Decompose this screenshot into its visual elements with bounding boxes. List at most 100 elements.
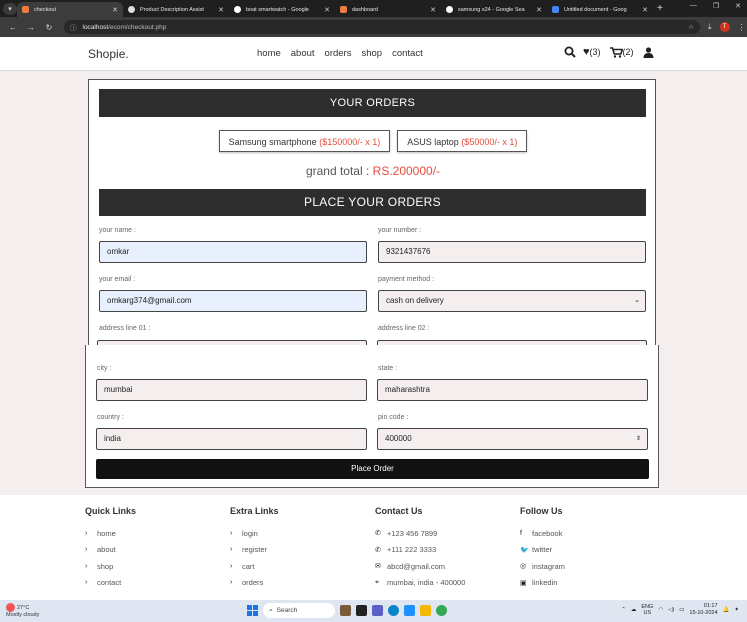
file-explorer-icon[interactable] <box>420 605 431 616</box>
url-input[interactable]: ⓘ localhost/ecom/checkout.php ☆ <box>64 20 700 34</box>
taskbar-apps: ⌕ Search <box>247 603 447 618</box>
state-label: state : <box>378 365 398 372</box>
tab-product-description[interactable]: Product Description Assist ✕ <box>123 2 229 17</box>
taskbar-search[interactable]: ⌕ Search <box>263 603 335 618</box>
chevron-right-icon: › <box>85 562 88 570</box>
nav-orders[interactable]: orders <box>325 48 352 59</box>
chevron-right-icon: › <box>230 529 233 537</box>
language-indicator[interactable]: ENG US <box>641 604 653 616</box>
download-icon[interactable]: ⤓ <box>708 22 712 32</box>
wishlist-link[interactable]: ♥ (3) <box>583 46 601 58</box>
extra-links-title: Extra Links <box>230 506 279 516</box>
copilot-icon[interactable]: ✦ <box>734 607 739 613</box>
close-window-icon[interactable]: ✕ <box>735 2 741 10</box>
social-twitter[interactable]: 🐦 twitter <box>520 542 565 559</box>
close-tab-icon[interactable]: ✕ <box>324 6 330 14</box>
footer-link-about[interactable]: › about <box>85 542 136 559</box>
wifi-icon[interactable]: ◠ <box>658 607 663 613</box>
footer-link-login[interactable]: › login <box>230 525 279 542</box>
volume-icon[interactable]: ◁) <box>668 607 674 613</box>
payment-method-select[interactable]: cash on delivery ⌄ <box>378 290 646 312</box>
tab-untitled-document[interactable]: Untitled document - Goog ✕ <box>547 2 653 17</box>
cart-link[interactable]: (2) <box>609 46 634 58</box>
notification-bell-icon[interactable]: 🔔 <box>723 607 730 613</box>
windows-start-icon[interactable] <box>247 605 258 616</box>
edge-icon[interactable] <box>388 605 399 616</box>
footer-link-register[interactable]: › register <box>230 542 279 559</box>
contact-phone-1[interactable]: ✆ +123 456 7899 <box>375 525 465 542</box>
social-linkedin[interactable]: ▣ linkedin <box>520 575 565 592</box>
tab-search-icon[interactable]: ▾ <box>3 2 17 15</box>
footer-link-home[interactable]: › home <box>85 525 136 542</box>
store-icon[interactable] <box>404 605 415 616</box>
close-tab-icon[interactable]: ✕ <box>218 6 224 14</box>
site-info-icon[interactable]: ⓘ <box>70 22 77 32</box>
checkout-panel-lower: city : mumbai state : maharashtra countr… <box>85 345 659 488</box>
contact-email[interactable]: ✉ abcd@gmail.com <box>375 558 465 575</box>
profile-avatar[interactable]: T <box>719 22 730 32</box>
nav-shop[interactable]: shop <box>361 48 382 59</box>
pincode-input[interactable]: 400000 ⇕ <box>377 428 648 450</box>
window-controls: — ❐ ✕ <box>690 2 741 10</box>
tab-checkout[interactable]: checkout ✕ <box>17 2 123 17</box>
back-icon[interactable]: ← <box>8 23 18 32</box>
tab-dashboard[interactable]: dashboard ✕ <box>335 2 441 17</box>
footer-link-cart[interactable]: › cart <box>230 558 279 575</box>
country-input[interactable]: india <box>96 428 367 450</box>
social-instagram[interactable]: ◎ instagram <box>520 558 565 575</box>
user-icon[interactable] <box>643 46 654 58</box>
chevron-right-icon: › <box>85 579 88 587</box>
search-icon: ⌕ <box>269 606 273 614</box>
chevron-right-icon: › <box>230 579 233 587</box>
social-facebook[interactable]: f facebook <box>520 525 565 542</box>
restore-icon[interactable]: ❐ <box>713 2 719 10</box>
forward-icon[interactable]: → <box>26 23 36 32</box>
email-input[interactable]: omkarg374@gmail.com <box>99 290 367 312</box>
chevron-up-icon[interactable]: ⌃ <box>621 607 626 613</box>
task-view-icon[interactable] <box>356 605 367 616</box>
os-taskbar: 27°C Mostly cloudy ⌕ Search ⌃ ☁ ENG US ◠ ◁… <box>0 600 747 622</box>
close-tab-icon[interactable]: ✕ <box>430 6 436 14</box>
footer-link-contact[interactable]: › contact <box>85 575 136 592</box>
weather-widget[interactable]: 27°C Mostly cloudy <box>6 603 39 619</box>
nav-home[interactable]: home <box>257 48 281 59</box>
tab-boat-smartwatch[interactable]: boat smartwatch - Google ✕ <box>229 2 335 17</box>
widgets-icon[interactable] <box>340 605 351 616</box>
onedrive-icon[interactable]: ☁ <box>631 607 637 613</box>
site-logo[interactable]: Shopie. <box>88 47 129 61</box>
minimize-icon[interactable]: — <box>690 2 697 10</box>
place-order-button[interactable]: Place Order <box>96 459 649 479</box>
teams-icon[interactable] <box>372 605 383 616</box>
new-tab-icon[interactable]: + <box>657 3 663 14</box>
browser-tab-bar: ▾ checkout ✕ Product Description Assist … <box>0 0 747 17</box>
reload-icon[interactable]: ↻ <box>44 23 54 32</box>
country-label: country : <box>97 414 124 421</box>
contact-phone-2[interactable]: ✆ +111 222 3333 <box>375 542 465 559</box>
city-input[interactable]: mumbai <box>96 379 367 401</box>
facebook-icon: f <box>520 529 522 537</box>
envelope-icon: ✉ <box>375 563 381 571</box>
number-input[interactable]: 9321437676 <box>378 241 646 263</box>
close-tab-icon[interactable]: ✕ <box>536 6 542 14</box>
state-input[interactable]: maharashtra <box>377 379 648 401</box>
footer-link-shop[interactable]: › shop <box>85 558 136 575</box>
address-bar-row: ← → ↻ ⓘ localhost/ecom/checkout.php ☆ ⤓ … <box>0 17 747 37</box>
chrome-icon[interactable] <box>436 605 447 616</box>
tab-samsung-s24[interactable]: samsung s24 - Google Sea ✕ <box>441 2 547 17</box>
close-tab-icon[interactable]: ✕ <box>642 6 648 14</box>
stepper-icon[interactable]: ⇕ <box>636 429 641 449</box>
close-tab-icon[interactable]: ✕ <box>112 6 118 14</box>
browser-menu-icon[interactable]: ⋮ <box>738 23 746 32</box>
nav-contact[interactable]: contact <box>392 48 423 59</box>
battery-icon[interactable]: ▭ <box>679 607 684 613</box>
map-pin-icon: ⌖ <box>375 578 379 586</box>
contact-us: Contact Us ✆ +123 456 7899 ✆ +111 222 3333… <box>375 506 465 591</box>
clock[interactable]: 01:17 15-10-2024 <box>689 603 717 617</box>
nav-about[interactable]: about <box>291 48 315 59</box>
search-icon[interactable] <box>564 46 576 58</box>
phone-icon: ✆ <box>375 546 381 554</box>
favicon-icon <box>128 6 135 13</box>
footer-link-orders[interactable]: › orders <box>230 575 279 592</box>
name-input[interactable]: omkar <box>99 241 367 263</box>
bookmark-star-icon[interactable]: ☆ <box>688 23 694 31</box>
